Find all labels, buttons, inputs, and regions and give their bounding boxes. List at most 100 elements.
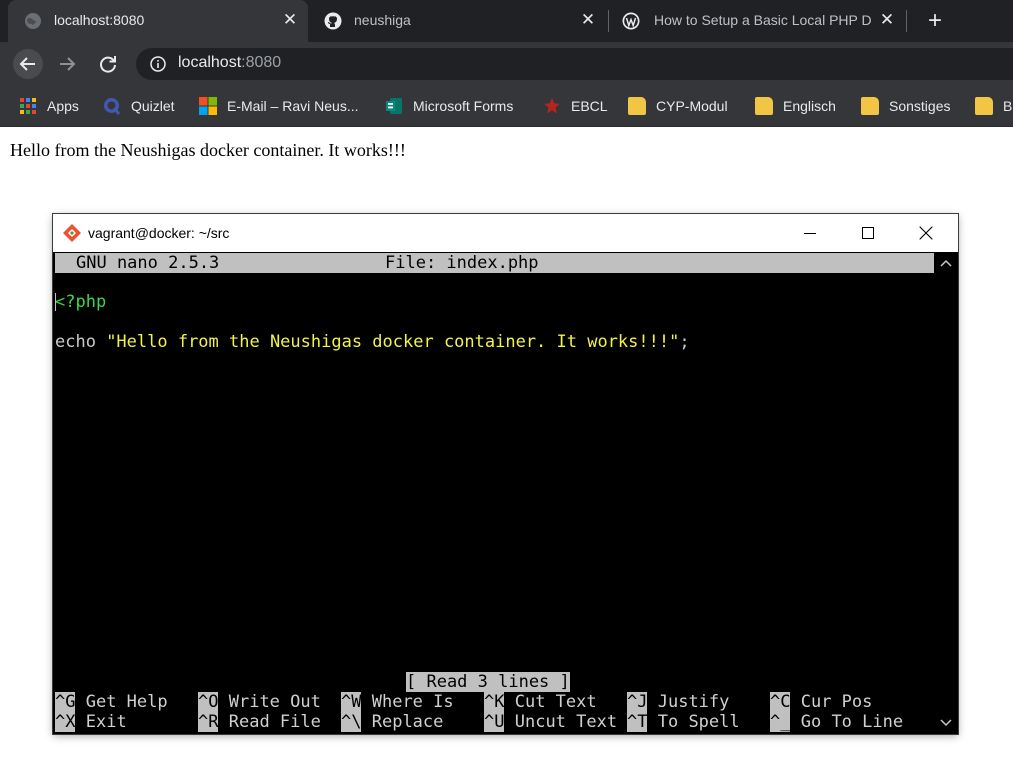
- forward-button[interactable]: [52, 49, 82, 79]
- scroll-up-icon[interactable]: [940, 258, 952, 270]
- code-line-php-tag: <?php: [55, 292, 107, 312]
- shortcut-get-help: ^G Get Help: [55, 692, 168, 712]
- shortcut-cut-text: ^K Cut Text: [484, 692, 597, 712]
- shortcut-key: ^O: [198, 692, 219, 712]
- bookmark-label: Apps: [47, 98, 79, 114]
- github-icon: [324, 12, 342, 30]
- shortcut-label: Justify: [657, 692, 730, 712]
- reload-button[interactable]: [93, 49, 123, 79]
- shortcut-key: ^K: [484, 692, 505, 712]
- arrow-right-icon: [60, 57, 76, 71]
- shortcut-label: Where Is: [371, 692, 454, 712]
- tab-separator: [906, 10, 907, 32]
- globe-icon: [25, 13, 41, 29]
- shortcut-exit: ^X Exit: [55, 712, 127, 732]
- bookmark-label: Quizlet: [131, 98, 175, 114]
- shortcut-key: ^G: [55, 692, 76, 712]
- bookmarks-bar: Apps Quizlet E-Mail – Ravi Neus... Micro…: [0, 86, 1013, 127]
- terminal-title: vagrant@docker: ~/src: [88, 225, 230, 241]
- info-icon[interactable]: [150, 56, 166, 72]
- bookmark-bm[interactable]: BM: [975, 95, 1013, 117]
- tab-title: neushiga: [354, 12, 411, 28]
- url-port: :8080: [241, 54, 282, 71]
- git-bash-icon: [63, 224, 81, 242]
- forms-icon: [386, 98, 402, 114]
- shortcut-to-spell: ^T To Spell: [627, 712, 740, 732]
- shortcut-key: ^X: [55, 712, 76, 732]
- star-icon: [544, 98, 560, 114]
- shortcut-key: ^\: [341, 712, 362, 732]
- close-icon: [919, 226, 933, 240]
- minimize-button[interactable]: [781, 214, 839, 252]
- address-bar[interactable]: localhost:8080: [136, 48, 1013, 80]
- bookmark-email[interactable]: E-Mail – Ravi Neus...: [199, 95, 358, 117]
- terminal-titlebar[interactable]: vagrant@docker: ~/src: [53, 214, 958, 252]
- back-button[interactable]: [13, 49, 43, 79]
- tab-localhost[interactable]: localhost:8080 ✕: [8, 0, 308, 42]
- shortcut-replace: ^\ Replace: [341, 712, 443, 732]
- folder-icon: [628, 97, 646, 115]
- shortcut-read-file: ^R Read File: [198, 712, 321, 732]
- bookmark-label: E-Mail – Ravi Neus...: [227, 98, 359, 114]
- bookmark-apps[interactable]: Apps: [19, 95, 79, 117]
- close-tab-icon[interactable]: ✕: [578, 10, 598, 30]
- shortcut-cur-pos: ^C Cur Pos: [770, 692, 872, 712]
- nano-header-bar: GNU nano 2.5.3 File: index.php: [55, 253, 934, 273]
- shortcut-label: Write Out: [228, 692, 321, 712]
- maximize-button[interactable]: [839, 214, 897, 252]
- bookmark-englisch[interactable]: Englisch: [755, 95, 836, 117]
- minimize-icon: [804, 233, 816, 234]
- bookmark-label: EBCL: [571, 98, 608, 114]
- shortcut-label: Get Help: [85, 692, 168, 712]
- shortcut-key: ^W: [341, 692, 362, 712]
- shortcut-key: ^J: [627, 692, 648, 712]
- bookmark-label: Englisch: [783, 98, 836, 114]
- scroll-down-icon[interactable]: [940, 716, 952, 728]
- shortcut-label: Go To Line: [800, 712, 904, 732]
- terminal-scrollbar[interactable]: [934, 252, 958, 734]
- page-text: Hello from the Neushigas docker containe…: [10, 140, 406, 160]
- shortcut-write-out: ^O Write Out: [198, 692, 321, 712]
- tab-title: How to Setup a Basic Local PHP D: [654, 12, 872, 28]
- shortcut-key: ^_: [770, 712, 791, 732]
- tab-php-guide[interactable]: How to Setup a Basic Local PHP D ✕: [608, 0, 908, 42]
- code-string: "Hello from the Neushigas docker contain…: [106, 332, 680, 352]
- shortcut-where-is: ^W Where Is: [341, 692, 454, 712]
- bookmark-label: CYP-Modul: [656, 98, 728, 114]
- shortcut-key: ^T: [627, 712, 648, 732]
- tab-strip: localhost:8080 ✕ neushiga ✕ How to Setup…: [0, 0, 1013, 42]
- wordpress-icon: [622, 12, 640, 30]
- tab-neushiga[interactable]: neushiga ✕: [308, 0, 608, 42]
- close-window-button[interactable]: [897, 214, 955, 252]
- bookmark-quizlet[interactable]: Quizlet: [103, 95, 175, 117]
- terminal-window[interactable]: vagrant@docker: ~/src GNU nano 2.5.3 Fil…: [53, 214, 958, 734]
- shortcut-uncut-text: ^U Uncut Text: [484, 712, 617, 732]
- close-tab-icon[interactable]: ✕: [280, 10, 300, 30]
- bookmark-ebcl[interactable]: EBCL: [543, 95, 608, 117]
- quizlet-icon: [104, 98, 121, 115]
- code-line-echo: echo "Hello from the Neushigas docker co…: [55, 332, 690, 352]
- bookmark-sonstiges[interactable]: Sonstiges: [861, 95, 950, 117]
- bookmark-microsoft-forms[interactable]: Microsoft Forms: [385, 95, 513, 117]
- code-semicolon: ;: [679, 332, 690, 352]
- folder-icon: [755, 97, 773, 115]
- shortcut-key: ^U: [484, 712, 505, 732]
- shortcut-key: ^C: [770, 692, 791, 712]
- arrow-left-icon: [19, 57, 35, 71]
- new-tab-button[interactable]: +: [922, 8, 948, 34]
- close-tab-icon[interactable]: ✕: [877, 10, 897, 30]
- bookmark-cyp-modul[interactable]: CYP-Modul: [628, 95, 728, 117]
- nano-filename: File: index.php: [385, 253, 539, 273]
- code-keyword: echo: [55, 332, 107, 352]
- url-host: localhost: [178, 54, 242, 71]
- nano-version: GNU nano 2.5.3: [76, 253, 220, 273]
- maximize-icon: [862, 227, 874, 239]
- browser-toolbar: localhost:8080: [0, 42, 1013, 86]
- shortcut-key: ^R: [198, 712, 219, 732]
- bookmark-label: BM: [1003, 98, 1013, 114]
- shortcut-label: Cut Text: [514, 692, 597, 712]
- shortcut-label: To Spell: [657, 712, 740, 732]
- shortcut-label: Replace: [371, 712, 444, 732]
- shortcut-label: Uncut Text: [514, 712, 618, 732]
- shortcut-justify: ^J Justify: [627, 692, 729, 712]
